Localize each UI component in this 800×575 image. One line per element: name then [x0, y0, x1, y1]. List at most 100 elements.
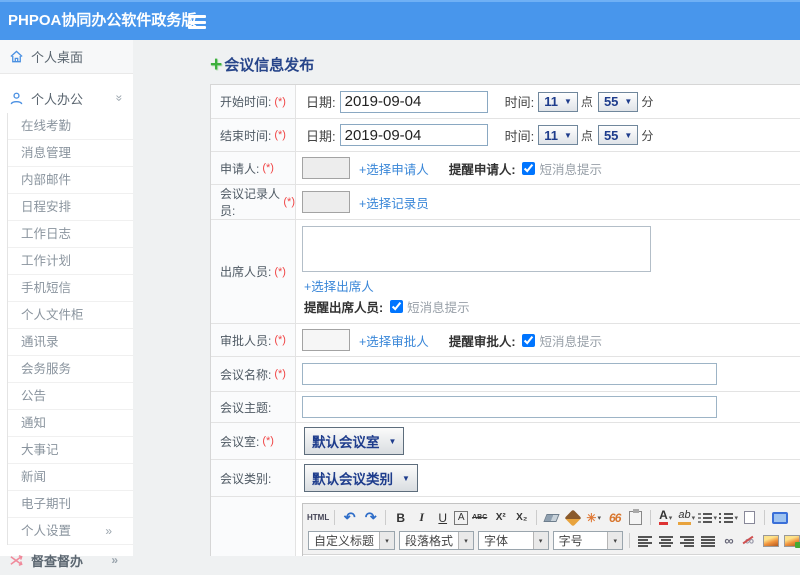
attendees-textarea[interactable] [302, 226, 651, 272]
font-size-select[interactable]: 字号 ▾ [552, 531, 624, 550]
choose-applicant-link[interactable]: +选择申请人 [359, 159, 429, 178]
html-source-button[interactable]: HTML [307, 508, 329, 527]
caret-down-icon: ▼ [624, 97, 633, 106]
caret-down-icon: ▾ [458, 532, 474, 549]
meeting-name-input[interactable] [302, 363, 717, 385]
sms-hint-label: 短消息提示 [539, 334, 602, 349]
font-style-button[interactable]: A [454, 510, 469, 525]
unordered-list-dropdown[interactable]: ▾ [719, 508, 738, 527]
caret-down-icon: ▾ [532, 532, 548, 549]
sidebar-item-mobile-sms[interactable]: 手机短信 [8, 275, 133, 302]
sidebar-item-personal-settings[interactable]: 个人设置 » [8, 518, 133, 545]
sidebar-item-work-log[interactable]: 工作日志 [8, 221, 133, 248]
meeting-subject-input[interactable] [302, 396, 717, 418]
insert-link-icon[interactable]: ∞ [719, 531, 738, 550]
recorder-input[interactable] [302, 191, 350, 213]
align-left-icon[interactable] [635, 531, 654, 550]
paste-text-icon[interactable] [626, 508, 645, 527]
insert-image-icon[interactable] [761, 531, 780, 550]
applicant-sms-checkbox[interactable] [522, 161, 536, 175]
form-row-content-editor: HTML ↶ ↷ B I U A ABC X² X₂ ✳ ▾ 66 A ▾ ab… [211, 497, 800, 556]
applicant-input[interactable] [302, 157, 350, 179]
end-hour-select[interactable]: 11 ▼ [538, 125, 578, 145]
new-page-icon[interactable] [740, 508, 759, 527]
time-label: 时间: [504, 95, 535, 110]
choose-approver-link[interactable]: +选择审批人 [359, 331, 429, 350]
sidebar-item-schedule[interactable]: 日程安排 [8, 194, 133, 221]
heading-select[interactable]: 自定义标题 ▾ [308, 531, 396, 550]
italic-button[interactable]: I [412, 508, 431, 527]
sidebar-item-notice[interactable]: 通知 [8, 410, 133, 437]
sidebar-item-announcement[interactable]: 公告 [8, 383, 133, 410]
sidebar-item-memorabilia[interactable]: 大事记 [8, 437, 133, 464]
caret-down-icon: ▼ [564, 97, 572, 106]
required-mark: (*) [274, 95, 286, 108]
field-label: 申请人: (*) [211, 152, 296, 184]
sidebar-item-e-journal[interactable]: 电子期刊 [8, 491, 133, 518]
strikethrough-button[interactable]: ABC [470, 508, 489, 527]
sidebar-item-contacts[interactable]: 通讯录 [8, 329, 133, 356]
sidebar-item-supervision[interactable]: 督查督办 » [0, 545, 133, 575]
remind-applicant-label: 提醒申请人: [448, 162, 516, 177]
field-label [211, 497, 296, 556]
sidebar-item-work-plan[interactable]: 工作计划 [8, 248, 133, 275]
sidebar-item-online-attendance[interactable]: 在线考勤 [8, 113, 133, 140]
meeting-room-select[interactable]: 默认会议室 ▼ [304, 427, 405, 455]
align-right-icon[interactable] [677, 531, 696, 550]
sidebar-item-internal-mail[interactable]: 内部邮件 [8, 167, 133, 194]
form-row-approver: 审批人员: (*) +选择审批人 提醒审批人: 短消息提示 [211, 324, 800, 357]
insert-multi-image-icon[interactable] [782, 531, 800, 550]
approver-sms-checkbox[interactable] [522, 333, 536, 347]
align-center-icon[interactable] [656, 531, 675, 550]
home-icon [10, 50, 23, 63]
end-date-input[interactable] [339, 124, 488, 146]
chevron-double-down-icon[interactable]: » [113, 95, 127, 102]
font-family-select[interactable]: 字体 ▾ [478, 531, 549, 550]
menu-toggle-icon[interactable] [188, 15, 206, 29]
format-brush-icon[interactable] [563, 508, 582, 527]
chevron-right-icon: » [105, 524, 112, 538]
sidebar-item-meeting-service[interactable]: 会务服务 [8, 356, 133, 383]
remove-format-icon[interactable] [542, 508, 561, 527]
required-mark: (*) [274, 129, 286, 141]
sidebar-item-personal-desktop[interactable]: 个人桌面 [0, 40, 133, 74]
end-minute-select[interactable]: 55 ▼ [597, 125, 639, 145]
app-header: PHPOA协同办公软件政务版 [0, 0, 800, 40]
form-row-applicant: 申请人: (*) +选择申请人 提醒申请人: 短消息提示 [211, 152, 800, 185]
sidebar-item-news[interactable]: 新闻 [8, 464, 133, 491]
sms-hint-label: 短消息提示 [407, 301, 470, 315]
remove-link-icon[interactable]: ∞ [740, 531, 759, 550]
paint-dropdown-icon[interactable]: ✳ ▾ [584, 508, 603, 527]
highlight-color-dropdown[interactable]: ab ▾ [677, 508, 696, 527]
meeting-category-select[interactable]: 默认会议类别 ▼ [304, 464, 418, 492]
date-label: 日期: [306, 95, 336, 110]
font-color-dropdown[interactable]: A ▾ [656, 508, 675, 527]
sidebar-item-personal-cabinet[interactable]: 个人文件柜 [8, 302, 133, 329]
start-minute-select[interactable]: 55 ▼ [597, 91, 639, 112]
choose-recorder-link[interactable]: +选择记录员 [359, 193, 429, 212]
approver-input[interactable] [302, 329, 350, 351]
paragraph-format-select[interactable]: 段落格式 ▾ [399, 531, 475, 550]
blockquote-button[interactable]: 66 [605, 508, 624, 527]
sidebar-item-personal-office[interactable]: 个人办公 » [0, 83, 133, 113]
undo-icon[interactable]: ↶ [340, 508, 359, 527]
required-mark: (*) [262, 162, 274, 174]
app-title: PHPOA协同办公软件政务版 [8, 12, 197, 29]
subscript-button[interactable]: X₂ [512, 508, 531, 527]
sidebar-item-message-management[interactable]: 消息管理 [8, 140, 133, 167]
attendees-sms-checkbox[interactable] [390, 300, 404, 313]
superscript-button[interactable]: X² [491, 508, 510, 527]
field-label: 出席人员: (*) [211, 220, 296, 323]
fullscreen-icon[interactable] [770, 508, 789, 527]
start-date-input[interactable] [339, 90, 488, 113]
justify-icon[interactable] [698, 531, 717, 550]
plus-icon: + [210, 52, 223, 76]
hour-unit: 点 [580, 128, 593, 143]
choose-attendees-link[interactable]: +选择出席人 [304, 276, 374, 295]
redo-icon[interactable]: ↷ [361, 508, 380, 527]
start-hour-select[interactable]: 11 ▼ [538, 91, 578, 112]
underline-button[interactable]: U [433, 508, 452, 527]
required-mark: (*) [262, 435, 274, 447]
bold-button[interactable]: B [391, 508, 410, 527]
ordered-list-dropdown[interactable]: ▾ [698, 508, 717, 527]
